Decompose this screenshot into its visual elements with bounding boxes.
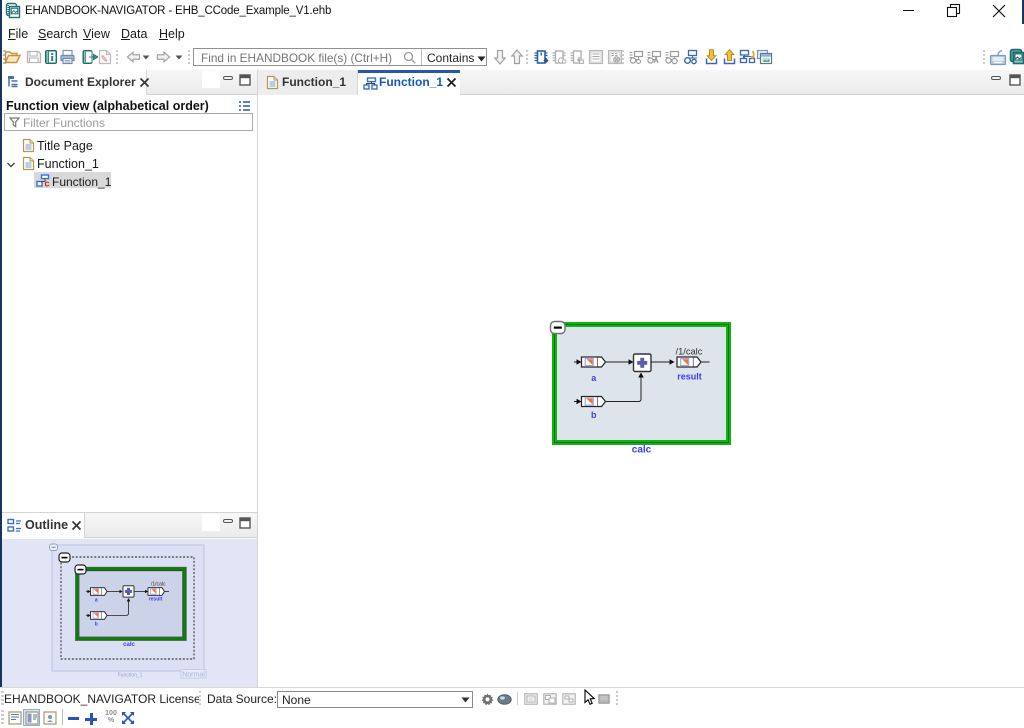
svg-text:b: b <box>95 622 98 628</box>
svg-text:Normal: Normal <box>182 672 205 679</box>
svg-text:result: result <box>149 597 163 603</box>
svg-text:calc: calc <box>632 445 652 456</box>
svg-text:/1/calc: /1/calc <box>676 347 703 357</box>
svg-text:c: c <box>45 179 50 188</box>
svg-text:result: result <box>677 372 702 382</box>
svg-text:Function_1: Function_1 <box>118 673 143 679</box>
svg-text:a: a <box>95 598 98 604</box>
svg-text:/1/calc: /1/calc <box>151 582 166 588</box>
svg-text:calc: calc <box>123 642 135 648</box>
svg-text:b: b <box>591 410 597 420</box>
